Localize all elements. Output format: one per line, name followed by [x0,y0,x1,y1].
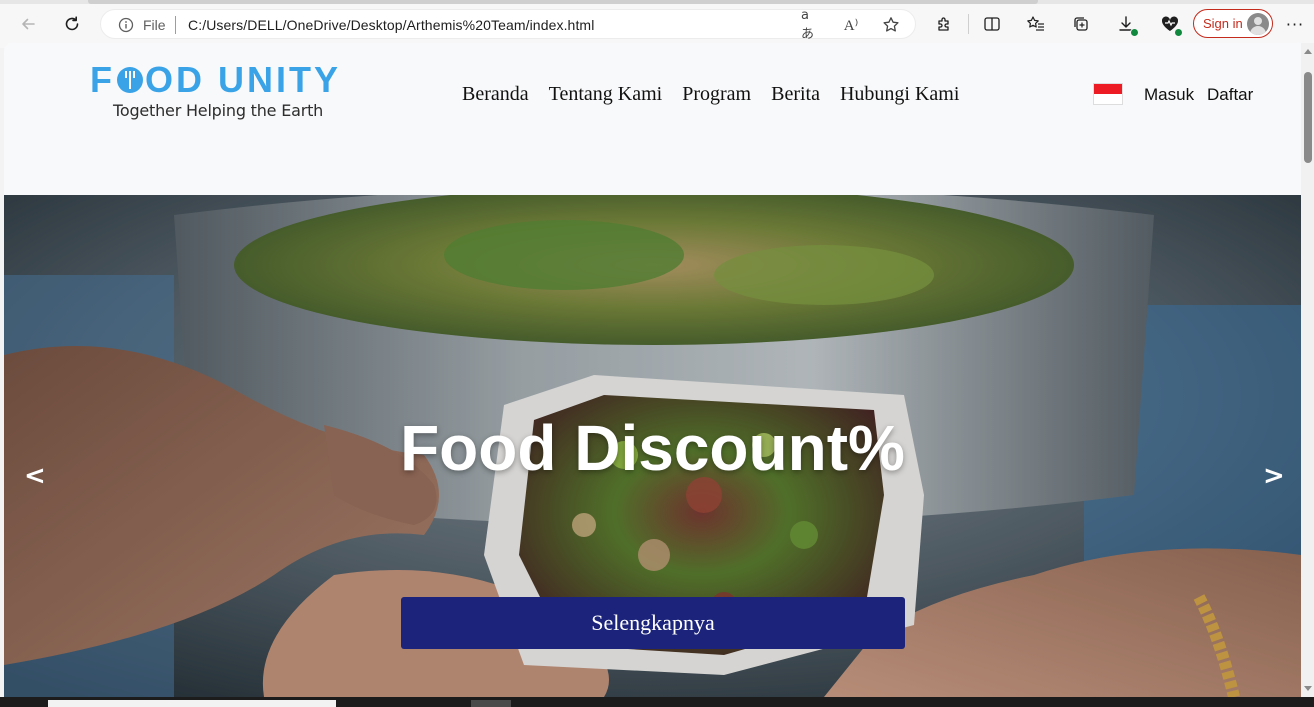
logo-letter-f: F [90,59,115,100]
downloads-icon[interactable] [1114,12,1139,37]
scheme-label: File [143,17,166,33]
address-separator [175,16,176,34]
fork-icon [117,65,143,95]
taskbar-item[interactable] [471,700,511,707]
taskbar-item[interactable] [48,700,336,707]
logo-wordmark: F OD UNITY [90,59,341,101]
tab-strip [0,0,1314,4]
collections-icon[interactable] [1069,12,1093,36]
nav-link-tentang-kami[interactable]: Tentang Kami [549,83,663,106]
logo-tagline: Together Helping the Earth [113,101,324,120]
page-scrollbar[interactable] [1301,43,1314,697]
indonesia-flag-icon[interactable] [1093,83,1123,105]
nav-link-berita[interactable]: Berita [771,83,820,106]
os-taskbar [0,697,1314,707]
reload-button[interactable] [58,10,86,38]
carousel-next-button[interactable]: > [1263,461,1285,491]
selengkapnya-label: Selengkapnya [591,610,715,635]
essentials-status-badge [1174,28,1183,37]
download-complete-badge [1130,28,1139,37]
profile-avatar-icon [1247,13,1269,35]
address-bar[interactable]: File C:/Users/DELL/OneDrive/Desktop/Arth… [100,8,916,42]
split-screen-icon[interactable] [980,12,1004,36]
arrow-left-icon [22,18,35,30]
sign-in-label: Sign in [1203,16,1243,31]
scroll-thumb[interactable] [1304,72,1312,163]
browser-essentials-icon[interactable] [1158,12,1183,37]
translate-icon[interactable]: aあ [801,8,821,42]
add-favorite-icon[interactable] [881,15,901,35]
more-options-icon[interactable]: ··· [1283,12,1307,36]
active-tab-indicator[interactable] [88,0,1038,4]
login-link[interactable]: Masuk [1144,85,1194,105]
reload-icon [65,16,79,31]
hero-carousel: Food Discount% < > Selengkapnya [4,195,1301,697]
scroll-up-arrow-icon[interactable] [1304,49,1312,54]
sign-in-button[interactable]: Sign in [1193,9,1273,38]
logo-word-rest: OD UNITY [145,59,342,100]
url-text[interactable]: C:/Users/DELL/OneDrive/Desktop/Arthemis%… [188,17,594,33]
hero-title: Food Discount% [400,412,905,484]
nav-link-hubungi-kami[interactable]: Hubungi Kami [840,83,959,106]
carousel-prev-button[interactable]: < [24,461,46,491]
nav-link-beranda[interactable]: Beranda [462,83,529,106]
site-logo[interactable]: F OD UNITY Together Helping the Earth [90,59,338,129]
selengkapnya-button[interactable]: Selengkapnya [401,597,905,649]
main-navigation: Beranda Tentang Kami Program Berita Hubu… [462,83,959,106]
extensions-icon[interactable] [932,12,956,36]
site-header: F OD UNITY Together Helping the Earth Ber… [4,43,1301,195]
toolbar-separator [968,14,969,34]
nav-link-program[interactable]: Program [682,83,751,106]
register-link[interactable]: Daftar [1207,85,1253,105]
info-icon[interactable] [118,17,134,33]
read-aloud-icon[interactable]: A⁾ [841,15,861,35]
favorites-icon[interactable] [1024,12,1048,36]
browser-toolbar: File C:/Users/DELL/OneDrive/Desktop/Arth… [0,0,1314,48]
page-viewport: F OD UNITY Together Helping the Earth Ber… [4,43,1301,697]
scroll-down-arrow-icon[interactable] [1304,686,1312,691]
back-button[interactable] [14,10,42,38]
